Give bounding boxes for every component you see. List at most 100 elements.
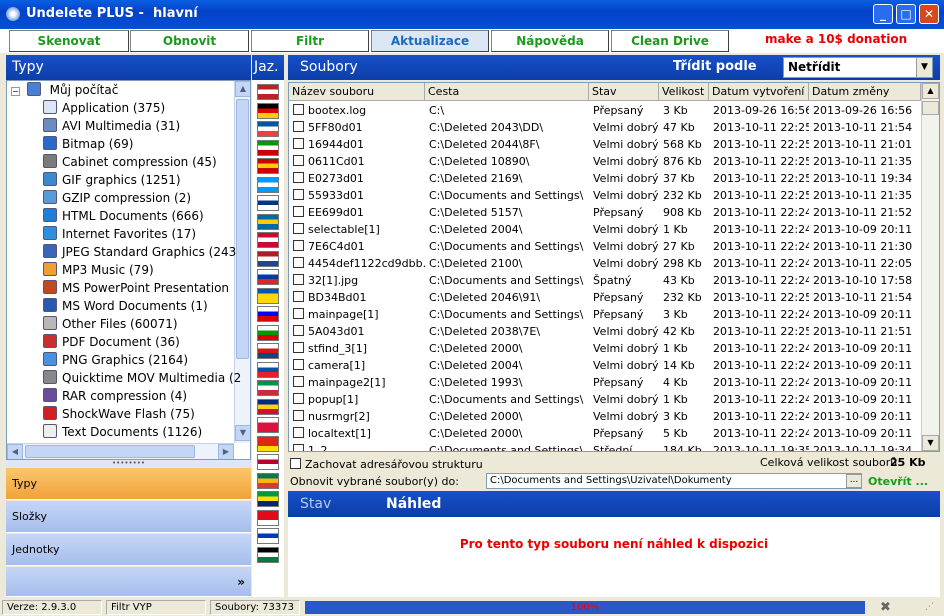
table-row[interactable]: 0611Cd01 C:\Deleted 10890\ Velmi dobrý 876 … xyxy=(289,153,921,170)
language-flag-icon[interactable] xyxy=(257,343,279,359)
collapse-icon[interactable]: − xyxy=(11,87,20,96)
scroll-down-icon[interactable]: ▼ xyxy=(235,425,250,441)
sort-select[interactable]: Netřídit ▼ xyxy=(783,57,933,78)
scroll-up-icon[interactable]: ▲ xyxy=(235,81,250,97)
restore-path-input[interactable]: C:\Documents and Settings\Uzivatel\Dokum… xyxy=(486,473,862,489)
language-flag-icon[interactable] xyxy=(257,472,279,489)
splitter-grip[interactable]: •••••••• xyxy=(6,460,251,468)
language-flag-icon[interactable] xyxy=(257,250,279,267)
tree-vertical-scrollbar[interactable]: ▲ ▼ xyxy=(234,81,250,443)
tree-item[interactable]: MP3 Music (79) xyxy=(43,261,154,279)
language-flag-icon[interactable] xyxy=(257,213,279,230)
files-scroll-thumb[interactable] xyxy=(922,101,939,115)
restore-button[interactable]: Obnovit xyxy=(130,30,249,52)
table-row[interactable]: bootex.log C:\ Přepsaný 3 Kb 2013-09-26 16:5… xyxy=(289,102,921,119)
row-checkbox[interactable] xyxy=(293,376,304,387)
tree-item[interactable]: GZIP compression (2) xyxy=(43,189,191,207)
h-scroll-thumb[interactable] xyxy=(25,445,195,458)
tree-item[interactable]: MS Word Documents (1) xyxy=(43,297,208,315)
language-flag-icon[interactable] xyxy=(257,158,279,174)
tree-item[interactable]: Cabinet compression (45) xyxy=(43,153,217,171)
table-row[interactable]: camera[1] C:\Deleted 2004\ Velmi dobrý 14 K… xyxy=(289,357,921,374)
close-button[interactable]: ✕ xyxy=(919,4,939,24)
language-flag-icon[interactable] xyxy=(257,380,279,396)
open-link[interactable]: Otevřít ... xyxy=(868,475,928,488)
language-flag-icon[interactable] xyxy=(257,361,279,378)
language-flag-icon[interactable] xyxy=(257,435,279,452)
language-flag-icon[interactable] xyxy=(257,306,279,322)
scan-button[interactable]: Skenovat xyxy=(9,30,129,52)
tree-item[interactable]: JPEG Standard Graphics (243 xyxy=(43,243,236,261)
language-flag-icon[interactable] xyxy=(257,398,279,415)
row-checkbox[interactable] xyxy=(293,189,304,200)
row-checkbox[interactable] xyxy=(293,172,304,183)
language-flag-icon[interactable] xyxy=(257,176,279,193)
language-flag-icon[interactable] xyxy=(257,324,279,341)
chevron-down-icon[interactable]: » xyxy=(237,575,245,589)
row-checkbox[interactable] xyxy=(293,308,304,319)
table-row[interactable]: stfind_3[1] C:\Deleted 2000\ Velmi dobrý 1 … xyxy=(289,340,921,357)
row-checkbox[interactable] xyxy=(293,274,304,285)
keep-structure-option[interactable]: Zachovat adresářovou strukturu xyxy=(290,458,483,471)
table-row[interactable]: 4454def1122cd9dbb... C:\Deleted 2100\ Velm… xyxy=(289,255,921,272)
row-checkbox[interactable] xyxy=(293,393,304,404)
row-checkbox[interactable] xyxy=(293,427,304,438)
row-checkbox[interactable] xyxy=(293,155,304,166)
row-checkbox[interactable] xyxy=(293,121,304,132)
keep-structure-checkbox[interactable] xyxy=(290,458,301,469)
row-checkbox[interactable] xyxy=(293,206,304,217)
row-checkbox[interactable] xyxy=(293,410,304,421)
tree-item[interactable]: Quicktime MOV Multimedia (2 xyxy=(43,369,241,387)
nav-more[interactable]: » xyxy=(6,567,251,597)
tree-item[interactable]: RAR compression (4) xyxy=(43,387,187,405)
language-flag-icon[interactable] xyxy=(257,195,279,211)
col-modified[interactable]: Datum změny xyxy=(809,83,921,101)
browse-button[interactable]: ... xyxy=(846,474,862,488)
language-flag-icon[interactable] xyxy=(257,84,279,100)
tree-horizontal-scrollbar[interactable]: ◀ ▶ xyxy=(7,443,234,459)
tree-item[interactable]: Application (375) xyxy=(43,99,165,117)
language-flag-icon[interactable] xyxy=(257,102,279,119)
maximize-button[interactable]: □ xyxy=(896,4,916,24)
row-checkbox[interactable] xyxy=(293,257,304,268)
nav-types[interactable]: Typy xyxy=(6,468,251,500)
col-name[interactable]: Název souboru xyxy=(289,83,425,101)
table-row[interactable]: 1_2 C:\Documents and Settings\ Střední 184 … xyxy=(289,442,921,451)
table-row[interactable]: 5A043d01 C:\Deleted 2038\7E\ Velmi dobrý 42… xyxy=(289,323,921,340)
table-row[interactable]: E0273d01 C:\Deleted 2169\ Velmi dobrý 37 Kb… xyxy=(289,170,921,187)
row-checkbox[interactable] xyxy=(293,444,304,451)
dropdown-arrow-icon[interactable]: ▼ xyxy=(916,58,932,77)
files-scroll-down-icon[interactable]: ▼ xyxy=(922,435,939,451)
scroll-left-icon[interactable]: ◀ xyxy=(7,444,23,459)
scroll-thumb[interactable] xyxy=(236,99,249,359)
row-checkbox[interactable] xyxy=(293,104,304,115)
language-flag-icon[interactable] xyxy=(257,269,279,285)
table-row[interactable]: BD34Bd01 C:\Deleted 2046\91\ Přepsaný 232 K… xyxy=(289,289,921,306)
language-flag-icon[interactable] xyxy=(257,139,279,156)
tree-item[interactable]: Internet Favorites (17) xyxy=(43,225,196,243)
table-row[interactable]: mainpage2[1] C:\Deleted 1993\ Přepsaný 4 Kb… xyxy=(289,374,921,391)
tab-preview[interactable]: Náhled xyxy=(386,496,441,512)
table-row[interactable]: 32[1].jpg C:\Documents and Settings\ Špatn… xyxy=(289,272,921,289)
language-flag-icon[interactable] xyxy=(257,491,279,507)
col-status[interactable]: Stav xyxy=(589,83,659,101)
table-row[interactable]: 16944d01 C:\Deleted 2044\8F\ Velmi dobrý 56… xyxy=(289,136,921,153)
tree-item[interactable]: PDF Document (36) xyxy=(43,333,180,351)
col-created[interactable]: Datum vytvoření xyxy=(709,83,809,101)
tree-item[interactable]: AVI Multimedia (31) xyxy=(43,117,180,135)
table-row[interactable]: localtext[1] C:\Deleted 2000\ Přepsaný 5 Kb… xyxy=(289,425,921,442)
files-scroll-up-icon[interactable]: ▲ xyxy=(922,83,939,99)
filter-button[interactable]: Filtr xyxy=(251,30,369,52)
nav-drives[interactable]: Jednotky xyxy=(6,534,251,566)
language-flag-icon[interactable] xyxy=(257,121,279,137)
language-flag-icon[interactable] xyxy=(257,546,279,563)
tree-item[interactable]: ShockWave Flash (75) xyxy=(43,405,195,423)
tree-item[interactable]: Bitmap (69) xyxy=(43,135,133,153)
row-checkbox[interactable] xyxy=(293,342,304,353)
clean-drive-button[interactable]: Clean Drive xyxy=(611,30,729,52)
table-row[interactable]: 5FF80d01 C:\Deleted 2043\DD\ Velmi dobrý 47… xyxy=(289,119,921,136)
scroll-right-icon[interactable]: ▶ xyxy=(218,444,234,459)
language-flag-icon[interactable] xyxy=(257,232,279,248)
row-checkbox[interactable] xyxy=(293,291,304,302)
row-checkbox[interactable] xyxy=(293,359,304,370)
